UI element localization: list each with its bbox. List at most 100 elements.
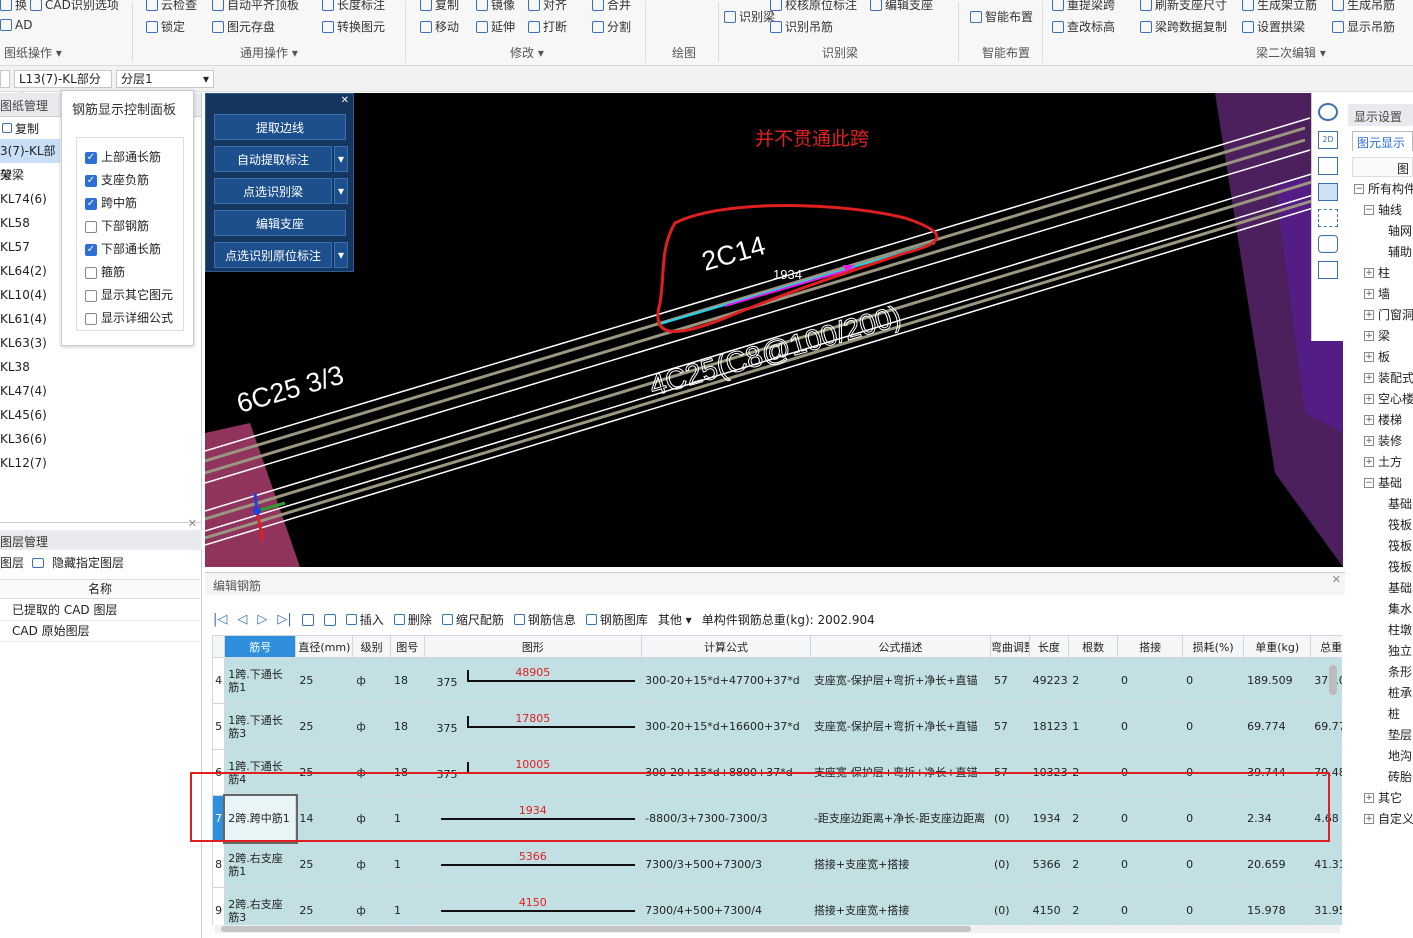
column-header[interactable]: 弯曲调整 (989, 635, 1030, 658)
table-cell[interactable]: 搭接+支座宽+搭接 (809, 841, 991, 888)
table-cell[interactable]: 0 (1117, 703, 1184, 750)
ribbon-item-20[interactable]: 编辑支座 (870, 0, 933, 13)
rebar-option[interactable]: 显示其它图元 (77, 284, 183, 307)
ribbon-item-25[interactable]: 梁跨数据复制 (1140, 18, 1227, 35)
checkbox[interactable] (85, 266, 97, 279)
table-row[interactable]: 5 1跨.下通长筋3 25 ф 18 375 17805 300-20+15*d+16600+… (212, 703, 1342, 750)
tree-node[interactable]: + 墙 (1352, 283, 1390, 304)
table-cell[interactable]: ф (352, 703, 391, 750)
table-row[interactable]: 9 2跨.右支座筋3 25 ф 1 4150 7300/4+500+7300/4 搭接+支座宽… (212, 887, 1342, 925)
ribbon-item-18[interactable]: 校核原位标注 (770, 0, 857, 13)
table-cell[interactable]: 300-20+15*d+47700+37*d (641, 657, 811, 704)
close-icon[interactable]: ✕ (188, 517, 197, 530)
ribbon-item-15[interactable]: 合并 (592, 0, 631, 13)
table-cell[interactable]: ф (352, 887, 391, 925)
tree-node[interactable]: + 板 (1352, 346, 1390, 367)
table-cell[interactable]: 0 (1117, 657, 1184, 704)
table-cell[interactable]: 57 (989, 657, 1030, 704)
rebar-option[interactable]: ✓ 上部通长筋 (77, 146, 183, 169)
table-cell[interactable]: 1 (389, 887, 425, 925)
ribbon-item-28[interactable]: 生成吊筋 (1332, 0, 1395, 13)
tree-node[interactable]: + 门窗洞 (1352, 304, 1413, 325)
ribbon-item-17[interactable]: 识别梁 (724, 8, 775, 25)
ribbon-item-12[interactable]: 延伸 (476, 18, 515, 35)
tree-node[interactable]: + 楼梯 (1352, 409, 1402, 430)
shape-cell[interactable]: 5366 (423, 841, 643, 888)
tree-node[interactable]: + 其它 (1352, 787, 1402, 808)
prev-icon[interactable]: ◁ (237, 612, 247, 627)
tree-node[interactable]: 筏板 (1352, 514, 1412, 535)
table-cell[interactable]: 25 (295, 887, 354, 925)
vertical-scrollbar[interactable] (1329, 665, 1337, 695)
cad-canvas[interactable]: 并不贯通此跨 2C14 1934 6C25 3/3 4C25(C8@100/20… (205, 93, 1343, 567)
ribbon-item-11[interactable]: 镜像 (476, 0, 515, 13)
checkbox[interactable] (85, 289, 97, 302)
tree-node[interactable]: 基础 (1352, 577, 1412, 598)
table-cell[interactable]: 300-20+15*d+16600+37*d (641, 703, 811, 750)
table-row[interactable]: 4 1跨.下通长筋1 25 ф 18 375 48905 300-20+15*d+47700+… (212, 657, 1342, 704)
table-cell[interactable]: 69.774 (1243, 703, 1312, 750)
column-header[interactable]: 长度 (1028, 635, 1070, 658)
checkbox[interactable] (85, 312, 97, 325)
rebar-option[interactable]: ✓ 支座负筋 (77, 169, 183, 192)
dropdown-arrow[interactable]: ▾ (334, 146, 348, 172)
layer-view-icon[interactable] (1318, 235, 1338, 253)
editor-tool-button[interactable]: 其他 ▾ (658, 611, 692, 628)
table-cell[interactable]: 7300/3+500+7300/3 (641, 841, 811, 888)
editor-tool-button[interactable]: 删除 (393, 611, 432, 628)
table-cell[interactable]: 41.31 (1310, 841, 1342, 888)
ribbon-item-0[interactable]: 换 (0, 0, 27, 13)
table-cell[interactable]: 搭接+支座宽+搭接 (809, 887, 991, 925)
fullscreen-icon[interactable] (1318, 209, 1338, 227)
table-cell[interactable]: 8 (212, 841, 226, 888)
ribbon-item-10[interactable]: 移动 (420, 18, 459, 35)
ribbon-item-8[interactable]: 转换图元 (322, 18, 385, 35)
table-row[interactable]: 8 2跨.右支座筋1 25 ф 1 5366 7300/3+500+7300/3 搭接+支座宽… (212, 841, 1342, 888)
move-down-icon[interactable] (323, 613, 336, 626)
table-cell[interactable]: 57 (989, 703, 1030, 750)
close-icon[interactable]: ✕ (1332, 573, 1341, 586)
ribbon-item-1[interactable]: CAD识别选项 (30, 0, 119, 13)
expand-icon[interactable]: + (1364, 288, 1374, 299)
tree-node[interactable]: + 土方 (1352, 451, 1402, 472)
ribbon-item-14[interactable]: 打断 (528, 18, 567, 35)
table-cell[interactable]: 18 (389, 703, 425, 750)
column-header[interactable]: 图形 (423, 635, 643, 658)
ribbon-item-4[interactable]: 锁定 (146, 18, 185, 35)
tree-node[interactable]: + 装配式 (1352, 367, 1413, 388)
tree-node[interactable]: + 空心楼 (1352, 388, 1413, 409)
expand-icon[interactable]: + (1364, 309, 1374, 320)
table-cell[interactable]: 2 (1068, 887, 1119, 925)
floor-combo[interactable] (0, 70, 10, 88)
editor-tool-button[interactable]: 缩尺配筋 (441, 611, 504, 628)
expand-icon[interactable]: + (1364, 792, 1374, 803)
layer-row[interactable]: CAD 原始图层 (0, 621, 200, 642)
tree-node[interactable]: 独立 (1352, 640, 1412, 661)
drawing-list-item[interactable]: 3(7)-KL部分 (0, 139, 60, 182)
tree-node[interactable]: + 柱 (1352, 262, 1390, 283)
recognize-button[interactable]: 点选识别原位标注 (214, 242, 332, 268)
column-header[interactable]: 级别 (352, 635, 391, 658)
expand-icon[interactable]: + (1364, 351, 1374, 362)
column-header[interactable]: 单重(kg) (1243, 635, 1312, 658)
ribbon-item-5[interactable]: 自动平齐顶板 (212, 0, 299, 13)
move-up-icon[interactable] (301, 613, 314, 626)
settings-list-icon[interactable] (1318, 261, 1338, 279)
ribbon-item-19[interactable]: 识别吊筋 (770, 18, 833, 35)
expand-icon[interactable]: − (1354, 183, 1364, 194)
tree-node[interactable]: + 梁 (1352, 325, 1390, 346)
close-icon[interactable]: ✕ (341, 95, 349, 106)
ribbon-item-6[interactable]: 图元存盘 (212, 18, 275, 35)
dropdown-arrow[interactable]: ▾ (334, 178, 348, 204)
table-cell[interactable]: 支座宽-保护层+弯折+净长+直锚 (809, 657, 991, 704)
table-cell[interactable]: 69.77 (1310, 703, 1342, 750)
expand-icon[interactable]: + (1364, 813, 1374, 824)
tree-node[interactable]: 垫层 (1352, 724, 1412, 745)
expand-icon[interactable]: + (1364, 435, 1374, 446)
recognize-button[interactable]: 自动提取标注 (214, 146, 332, 172)
table-cell[interactable]: 18 (389, 657, 425, 704)
table-cell[interactable]: ф (352, 657, 391, 704)
first-icon[interactable]: |◁ (213, 612, 227, 627)
column-header[interactable]: 计算公式 (641, 635, 811, 658)
expand-icon[interactable]: + (1364, 372, 1374, 383)
